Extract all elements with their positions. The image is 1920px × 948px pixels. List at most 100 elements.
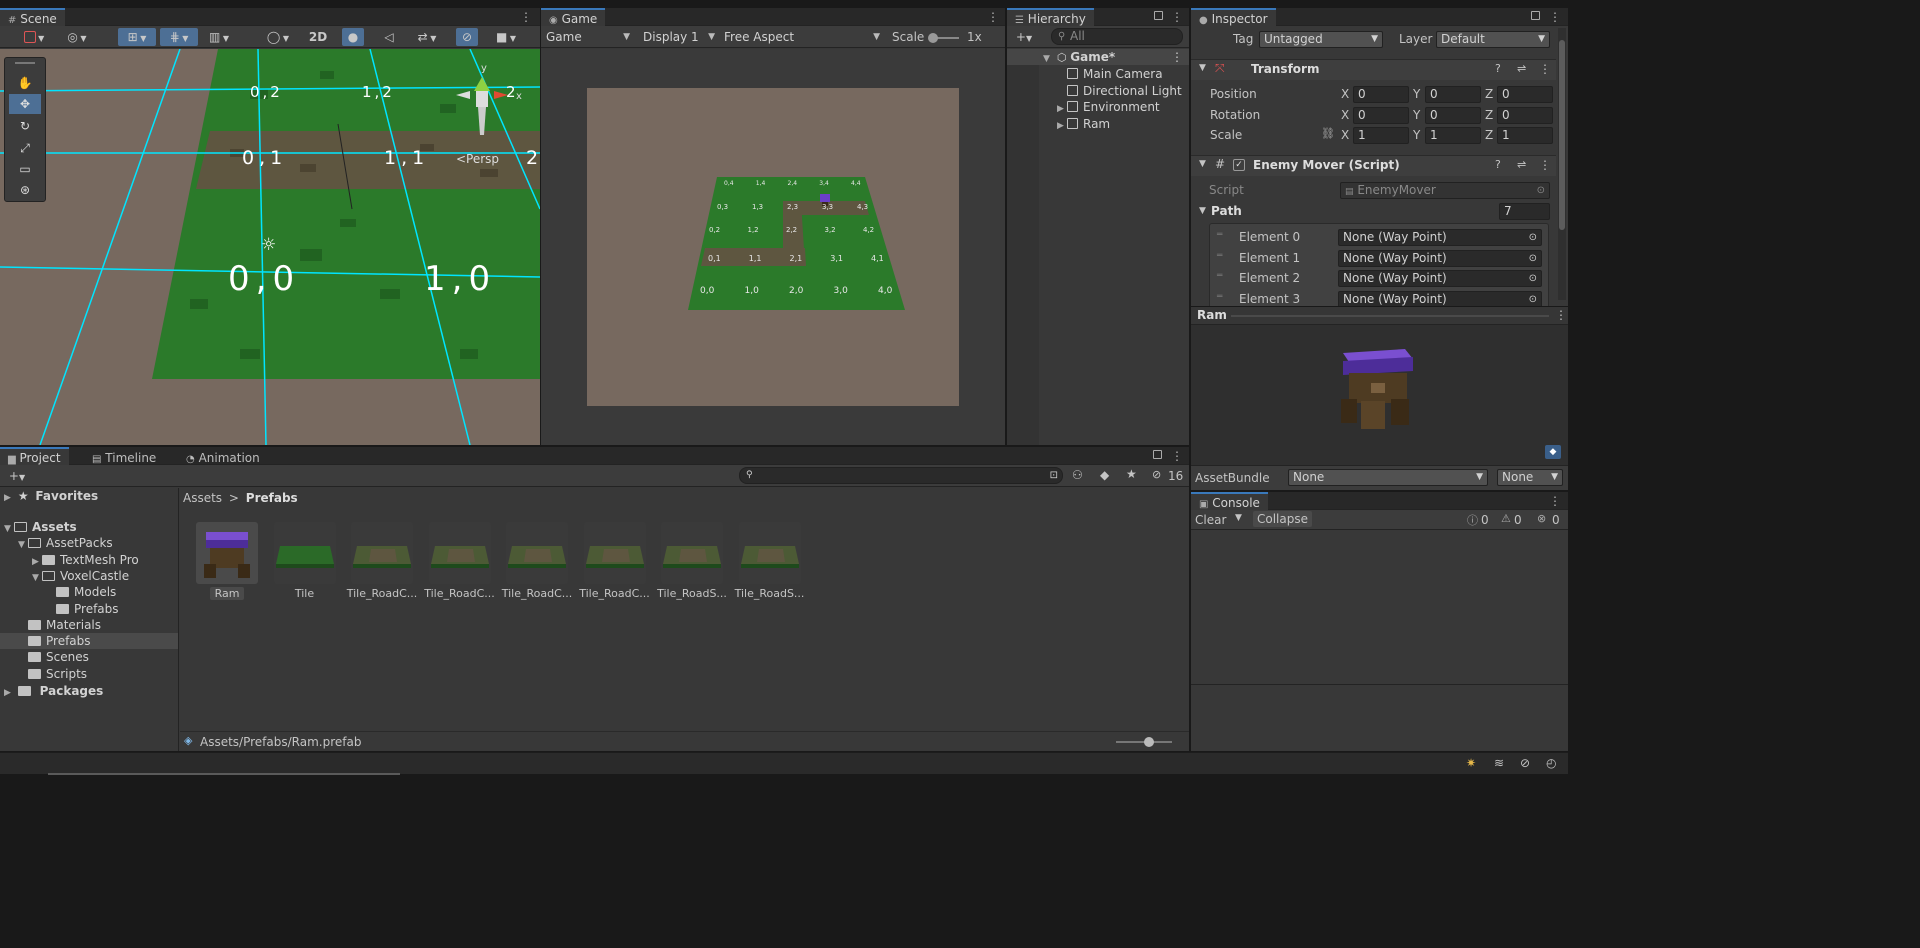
axis-y-label[interactable]: Y — [1413, 127, 1420, 143]
filter-type-icon[interactable]: ⚇ — [1072, 468, 1083, 482]
scrollbar-thumb[interactable] — [1559, 40, 1565, 230]
grid-snap-button[interactable]: ⊞ ▼ — [118, 28, 156, 46]
preview-menu-icon[interactable]: ⋮ — [1555, 308, 1567, 322]
check-icon[interactable]: ◴ — [1546, 756, 1556, 770]
search-options-icon[interactable]: ⊡ — [1050, 468, 1058, 483]
path-element-field[interactable]: None (Way Point) ⊙ — [1338, 229, 1542, 246]
palette-handle[interactable] — [15, 62, 35, 64]
expand-arrow-icon[interactable]: ▼ — [1043, 51, 1053, 67]
folder-item-scripts[interactable]: Scripts — [0, 666, 178, 682]
drag-handle-icon[interactable]: ═ — [1217, 251, 1222, 261]
create-asset-button[interactable]: +▼ — [4, 467, 30, 485]
hidden-packages-icon[interactable]: ⊘ — [1152, 468, 1161, 481]
inspector-scrollbar[interactable] — [1558, 28, 1566, 300]
path-element-field[interactable]: None (Way Point) ⊙ — [1338, 270, 1542, 287]
rotate-tool-icon[interactable]: ↻ — [9, 116, 41, 136]
lighting-button[interactable]: ● — [342, 28, 364, 46]
transform-header[interactable]: ▼ ⤧ Transform ? ⇌ ⋮ — [1191, 59, 1556, 80]
sun-icon[interactable]: ☼ — [261, 235, 276, 255]
scale-tool-icon[interactable]: ⤢ — [9, 138, 41, 158]
foldout-arrow-icon[interactable]: ▼ — [1199, 159, 1206, 169]
folder-item-prefabs[interactable]: Prefabs — [0, 633, 178, 650]
filter-label-icon[interactable]: ◆ — [1100, 468, 1109, 482]
position-y-field[interactable]: 0 — [1425, 86, 1481, 103]
bug-icon[interactable]: ✷ — [1466, 756, 1476, 770]
game-menu-icon[interactable]: ⋮ — [987, 10, 999, 24]
camera-dropdown[interactable]: ■ ▼ — [486, 28, 526, 46]
display-dropdown[interactable]: Display 1 ▼ — [640, 28, 718, 46]
asset-thumbnail[interactable] — [273, 522, 336, 584]
object-picker-icon[interactable]: ⊙ — [1529, 271, 1537, 286]
tab-animation[interactable]: ◔ Animation — [178, 447, 268, 465]
rect-tool-icon[interactable]: ▭ — [9, 159, 41, 179]
preset-icon[interactable]: ⇌ — [1517, 62, 1526, 75]
clear-options-icon[interactable]: ▼ — [1235, 513, 1242, 523]
rotation-z-field[interactable]: 0 — [1497, 106, 1553, 124]
rotation-x-field[interactable]: 0 — [1353, 106, 1409, 124]
clear-button[interactable]: Clear — [1195, 512, 1226, 528]
tab-hierarchy[interactable]: ☰ Hierarchy — [1007, 8, 1094, 26]
error-icon[interactable]: ⊗ — [1537, 512, 1546, 525]
preset-icon[interactable]: ⇌ — [1517, 158, 1526, 171]
transform-tool-icon[interactable]: ⊛ — [9, 180, 41, 200]
tab-project[interactable]: ▆ Project — [0, 447, 69, 465]
visibility-button[interactable]: ⊘ — [456, 28, 478, 46]
scene-viewport[interactable]: 0,2 1,2 2 0,1 1,1 2 0,0 1,0 ☼ y x <Persp — [0, 49, 540, 445]
axis-z-label[interactable]: Z — [1485, 86, 1493, 102]
position-x-field[interactable]: 0 — [1353, 86, 1409, 103]
console-menu-icon[interactable]: ⋮ — [1549, 494, 1561, 508]
hierarchy-item-main-camera[interactable]: Main Camera — [1057, 66, 1163, 82]
hand-tool-icon[interactable]: ✋ — [9, 73, 41, 93]
warning-icon[interactable]: ⚠ — [1501, 512, 1511, 525]
folder-item-voxelcastle[interactable]: ▼ VoxelCastle — [0, 568, 178, 584]
lock-icon[interactable] — [1153, 450, 1162, 459]
object-picker-icon[interactable]: ⊙ — [1529, 230, 1537, 245]
tab-scene[interactable]: # Scene — [0, 8, 65, 26]
folder-item-assetpacks[interactable]: ▼ AssetPacks — [0, 535, 178, 551]
scale-slider[interactable] — [928, 33, 959, 43]
component-menu-icon[interactable]: ⋮ — [1539, 62, 1551, 76]
path-element-field[interactable]: None (Way Point) ⊙ — [1338, 290, 1542, 306]
axis-x-label[interactable]: X — [1341, 107, 1349, 123]
aspect-dropdown[interactable]: Free Aspect ▼ — [721, 28, 883, 46]
asset-thumbnail[interactable] — [428, 522, 491, 584]
rotation-y-field[interactable]: 0 — [1425, 106, 1481, 124]
console-log-area[interactable] — [1191, 532, 1568, 685]
project-menu-icon[interactable]: ⋮ — [1171, 449, 1183, 463]
axis-x-label[interactable]: X — [1341, 127, 1349, 143]
draw-mode-dropdown[interactable]: ▼ — [16, 28, 52, 46]
audio-button[interactable]: ◁ — [378, 28, 400, 46]
expand-arrow-icon[interactable]: ▶ — [1057, 118, 1067, 134]
thumbnail-size-slider[interactable] — [1116, 737, 1172, 747]
path-element-field[interactable]: None (Way Point) ⊙ — [1338, 249, 1542, 267]
drag-handle-icon[interactable]: ═ — [1217, 292, 1222, 302]
tab-inspector[interactable]: ● Inspector — [1191, 8, 1276, 26]
tab-game[interactable]: ◉ Game — [541, 8, 606, 26]
folder-item-models[interactable]: Models — [0, 584, 178, 600]
shading-dropdown[interactable]: ◯ ▼ — [260, 28, 296, 46]
slider-thumb[interactable] — [1144, 737, 1154, 747]
hierarchy-search-input[interactable]: ⚲ All — [1051, 28, 1183, 45]
tab-timeline[interactable]: ▤ Timeline — [84, 447, 164, 465]
folder-item-assets[interactable]: ▼ Assets — [0, 519, 178, 535]
drag-handle-icon[interactable]: ═ — [1217, 230, 1222, 240]
increment-snap-button[interactable]: ⋕ ▼ — [160, 28, 198, 46]
breadcrumb-assets[interactable]: Assets — [183, 491, 222, 505]
axis-z-label[interactable]: Z — [1485, 127, 1493, 143]
scene-root[interactable]: ▼ ⬡ Game* ⋮ — [1007, 49, 1189, 65]
asset-thumbnail[interactable] — [506, 522, 568, 584]
hierarchy-menu-icon[interactable]: ⋮ — [1171, 10, 1183, 24]
scale-y-field[interactable]: 1 — [1425, 127, 1481, 144]
packages-item[interactable]: ▶ Packages — [4, 683, 103, 699]
axis-y-label[interactable]: Y — [1413, 107, 1420, 123]
scale-x-field[interactable]: 1 — [1353, 127, 1409, 144]
game-view[interactable]: 0,4 1,4 2,4 3,4 4,4 0,3 1,3 2,3 3,3 4,3 0,2 1,2 2,2 3… — [541, 49, 1005, 445]
link-scale-icon[interactable]: ⛓ — [1321, 127, 1335, 140]
expand-arrow-icon[interactable]: ▶ — [4, 685, 14, 701]
orientation-gizmo[interactable]: y x — [450, 63, 530, 145]
asset-thumbnail[interactable] — [738, 522, 801, 584]
asset-thumbnail[interactable] — [583, 522, 646, 584]
axis-x-label[interactable]: X — [1341, 86, 1349, 102]
folder-item-textmesh-pro[interactable]: ▶ TextMesh Pro — [0, 552, 178, 568]
assetbundle-variant-dropdown[interactable]: None ▼ — [1497, 469, 1563, 486]
